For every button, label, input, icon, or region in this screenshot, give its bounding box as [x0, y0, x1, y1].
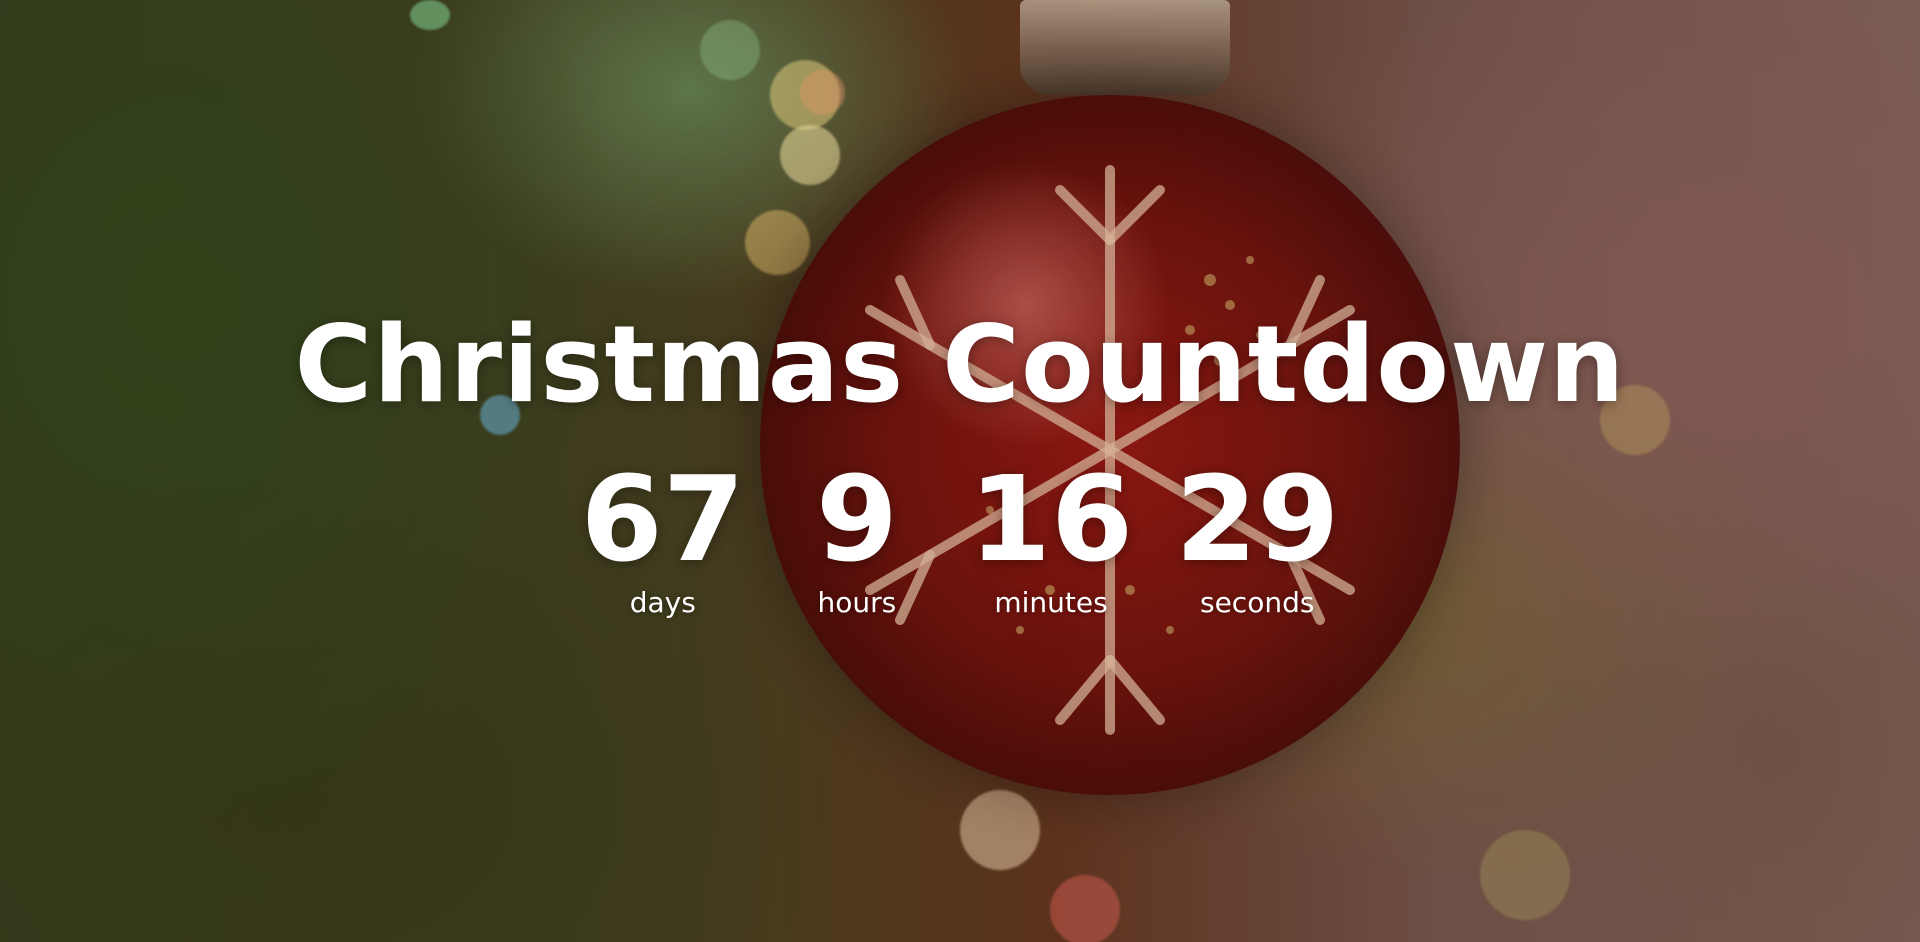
days-label: days: [629, 586, 696, 619]
countdown-minutes: 16 minutes: [969, 455, 1133, 621]
hours-label: hours: [817, 586, 897, 619]
days-value: 67: [580, 450, 745, 588]
seconds-value: 29: [1175, 450, 1340, 588]
countdown-seconds: 29 seconds: [1175, 455, 1339, 621]
seconds-label: seconds: [1199, 586, 1315, 619]
countdown-days: 67 days: [581, 455, 745, 621]
page-title: Christmas Countdown: [294, 303, 1626, 426]
minutes-label: minutes: [994, 586, 1108, 619]
hours-value: 9: [815, 450, 898, 588]
minutes-value: 16: [968, 450, 1134, 588]
countdown-hours: 9 hours: [787, 455, 927, 621]
countdown-hero: Christmas Countdown 67 days 9 hours 16 m…: [0, 0, 1920, 942]
countdown-timer: 67 days 9 hours 16 minutes 29 seconds: [0, 455, 1920, 621]
